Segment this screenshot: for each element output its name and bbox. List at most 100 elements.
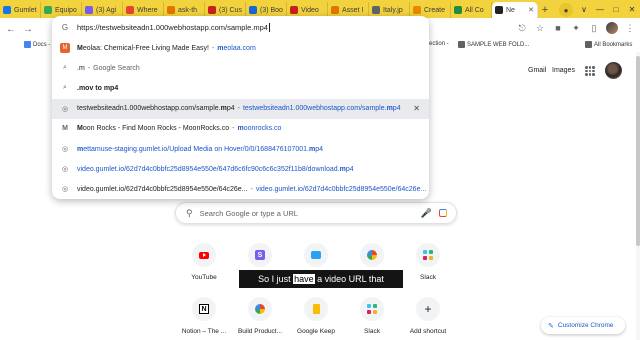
omnibox-suggestion[interactable]: ◎ video.gumlet.io/62d7d4c0bbfc25d8954e550… [52,159,429,179]
suggestion-url-text: testwebsiteadn1.000webhostapp.com/sample… [242,105,387,113]
shortcut-tile[interactable]: N Notion – The ... [176,297,232,335]
minimize-icon[interactable]: — [592,5,608,14]
bookmark-docs[interactable]: Docs - [24,41,50,48]
tab-favicon-icon [44,6,52,14]
tab-label: Video [301,6,319,14]
omnibox-suggestion[interactable]: ⌕ .mov to mp4 [52,78,429,98]
tab-favicon-icon [126,6,134,14]
slack-segment [373,310,377,314]
shortcut-tile[interactable]: Slack [344,297,400,335]
bookmark-sample-web-folder[interactable]: SAMPLE WEB FOLD... [458,41,529,48]
shortcut-tile[interactable]: Build Product... [232,297,288,335]
omnibox-suggestion[interactable]: ◎ mettamuse-staging.gumlet.io/Upload Medi… [52,139,429,159]
google-g-icon: G [61,22,69,32]
forward-icon[interactable]: → [21,22,35,36]
separator-dash: - [237,105,240,113]
lens-icon[interactable] [439,209,447,217]
pencil-icon: ✎ [548,322,554,330]
slack-segment [423,250,427,254]
suggestion-url-text: p4 [392,105,401,113]
back-icon[interactable]: ← [4,22,18,36]
mic-icon[interactable]: 🎤 [421,208,432,219]
profile-avatar[interactable] [606,22,618,34]
tab-label: (3) Agi [96,6,117,14]
window-controls: ∨ — □ ✕ [576,0,640,18]
puzzle-icon[interactable]: ✦ [570,22,582,34]
shortcut-tile[interactable]: YouTube [176,243,232,281]
extension-icon[interactable]: ■ [552,22,564,34]
slack-segment [373,304,377,308]
tab-close-icon[interactable]: ✕ [528,6,534,14]
tab-label: Where [137,6,158,14]
new-tab-button[interactable]: + [538,2,552,18]
close-window-icon[interactable]: ✕ [624,5,640,14]
omnibox-suggestion[interactable]: ◎ video.gumlet.io/62d7d4c0bbfc25d8954e550… [52,179,429,199]
tab-0[interactable]: Gumlet [0,2,41,18]
caption-text: So I just [258,274,294,284]
slack-segment [367,304,371,308]
tab-favicon-icon [454,6,462,14]
shortcut-icon-bg [304,297,328,321]
shortcut-tile[interactable]: Slack [400,243,456,281]
tab-label: All Co [465,6,484,14]
slack-segment [423,256,427,260]
maximize-icon[interactable]: □ [608,5,624,14]
youtube-icon [199,251,209,259]
bookmark-label: Docs - [33,41,51,48]
all-bookmarks[interactable]: All Bookmarks [585,41,632,48]
suggestion-title: .mov to mp4 [77,85,118,92]
suggestion-title: video.gumlet.io/62d7d4c0bbfc25d8954e550e… [77,186,247,193]
omnibox-suggestion[interactable]: ◎ testwebsiteadn1.000webhostapp.com/sampl… [52,98,429,119]
shortcut-tile[interactable]: + Add shortcut [400,297,456,335]
remove-suggestion-icon[interactable]: ✕ [413,104,420,113]
suggestion-title: testwebsiteadn1.000webhostapp.com/sample… [77,105,235,112]
images-link[interactable]: Images [552,67,575,74]
tab-label: Asset I [342,6,364,14]
gmail-link[interactable]: Gmail [528,67,546,74]
scrollbar-thumb[interactable] [636,56,640,246]
tab-12[interactable]: Ne ✕ [492,2,538,18]
customize-chrome-button[interactable]: ✎ Customize Chrome [541,317,625,334]
moonrocks-icon: M [62,125,68,133]
tab-favicon-icon [3,6,11,14]
globe-icon: ◎ [61,105,69,113]
bookmark-star-icon[interactable]: ☆ [534,22,546,34]
separator-dash: - [87,64,91,72]
omnibox-suggestion[interactable]: M Meolaa: Chemical-Free Living Made Easy!… [52,38,429,58]
shortcut-label: Add shortcut [409,328,447,335]
omnibox-input[interactable]: G https://testwebsiteadn1.000webhostapp.… [52,16,429,38]
tab-favicon-icon [331,6,339,14]
bookmark-label: ection - [429,41,449,47]
notion-icon: N [199,304,209,314]
omnibox-suggestion[interactable]: M Moon Rocks - Find Moon Rocks - MoonRock… [52,119,429,139]
tab-label: Gumlet [14,6,37,14]
search-box[interactable]: ⚲ Search Google or type a URL 🎤 [175,202,457,224]
tab-11[interactable]: All Co [451,2,492,18]
shortcut-label: Google Keep [297,328,335,335]
shortcut-icon-bg [248,297,272,321]
caption-text: a video URL that [314,274,384,284]
sidebar-icon[interactable]: ▯ [588,22,600,34]
suggestion-title-text: video.gumlet.io/62d7d4c0bbfc25d8954e550e… [77,185,248,193]
shortcut-tile[interactable]: Google Keep [288,297,344,335]
tab-list-icon[interactable]: ∨ [576,5,592,14]
tab-favicon-icon [167,6,175,14]
tab-favicon-icon [290,6,298,14]
omnibox-suggestion[interactable]: ⌕ .m - Google Search [52,58,429,78]
bookmark-section[interactable]: ection - [429,41,449,47]
tab-search-icon[interactable]: ● [559,3,573,17]
shortcut-icon-bg [416,243,440,267]
account-avatar[interactable] [605,62,622,79]
suggestion-title: Moon Rocks - Find Moon Rocks - MoonRocks… [77,125,229,132]
shortcut-icon-bg [192,243,216,267]
apps-grid-icon[interactable] [585,66,595,76]
bookmark-label: All Bookmarks [594,41,633,48]
tab-favicon-icon [372,6,380,14]
globe-icon: ◎ [61,166,69,174]
shortcut-label: Build Product... [237,328,283,335]
meolaa-icon: M [60,43,70,54]
menu-icon[interactable]: ⋮ [624,22,636,34]
share-icon[interactable]: ⎋ [516,22,528,34]
folder-icon [458,41,465,48]
suggestion-url-text: p4 [315,145,323,153]
